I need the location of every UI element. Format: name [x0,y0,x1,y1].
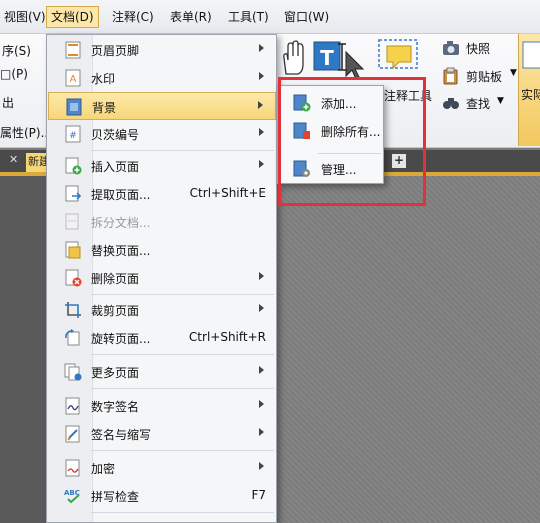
find-dropdown-icon[interactable]: ▼ [497,96,504,106]
submenu-arrow-icon [259,366,264,374]
annotation-tool-icon[interactable] [377,36,421,74]
hand-tool-icon[interactable] [278,40,308,76]
menu-item-header-footer[interactable]: 页眉页脚 [48,36,276,64]
insert-page-icon [65,157,82,175]
shortcut-label: Ctrl+Shift+E [189,186,266,200]
menu-item-encrypt[interactable]: 加密 [48,454,276,482]
shortcut-label: F7 [251,488,266,502]
menu-item-rotate-pages[interactable]: 旋转页面... Ctrl+Shift+R [48,324,276,352]
menu-tools[interactable]: 工具(T) [224,6,273,28]
clipboard-button[interactable]: 剪贴板 [466,68,502,85]
clipboard-icon [443,67,458,85]
menu-item-sign-initials[interactable]: 签名与缩写 [48,420,276,448]
submenu-arrow-icon [259,428,264,436]
menu-form[interactable]: 表单(R) [166,6,216,28]
menu-item-insert-pages[interactable]: 插入页面 [48,152,276,180]
menu-item-digital-signature[interactable]: 数字签名 [48,392,276,420]
menu-item-spell-check[interactable]: ABC 拼写检查 F7 [48,482,276,510]
ribbon-properties-label[interactable]: 属性(P)... [0,124,52,141]
menu-item-more-pages[interactable]: 更多页面 [48,358,276,386]
split-document-icon [65,213,79,230]
menu-item-bates-numbering[interactable]: # 贝茨编号 [48,120,276,148]
menu-item-delete-pages[interactable]: 删除页面 [48,264,276,292]
header-footer-icon [65,41,81,59]
encrypt-icon [65,459,80,477]
shortcut-label: Ctrl+Shift+R [188,330,266,344]
menu-comment[interactable]: 注释(C) [108,6,158,28]
extract-page-icon [65,185,82,202]
close-tab-icon[interactable]: ✕ [9,153,18,166]
submenu-arrow-icon [258,101,263,109]
crop-page-icon [65,302,81,318]
menu-item-watermark[interactable]: A 水印 [48,64,276,92]
actual-size-label: 实际 [521,88,540,102]
ribbon-left-label-1[interactable]: 序(S) [2,42,31,59]
menu-window[interactable]: 窗口(W) [280,6,333,28]
submenu-arrow-icon [259,400,264,408]
delete-page-icon [65,269,82,287]
submenu-arrow-icon [259,128,264,136]
digital-signature-icon [65,397,80,415]
camera-icon [443,41,459,55]
menu-item-extract-pages[interactable]: 提取页面... Ctrl+Shift+E [48,180,276,208]
menu-item-split-document: 拆分文档... [48,208,276,236]
menu-item-crop-pages[interactable]: 裁剪页面 [48,296,276,324]
submenu-arrow-icon [259,304,264,312]
watermark-icon: A [65,69,81,87]
menu-item-background[interactable]: 背景 [48,92,276,120]
document-tab[interactable]: 新建 [26,153,46,172]
menu-view[interactable]: 视图(V) [0,6,50,28]
more-pages-icon [64,363,82,381]
submenu-arrow-icon [259,72,264,80]
rotate-page-icon [65,329,80,346]
submenu-arrow-icon [259,160,264,168]
replace-page-icon [65,241,81,259]
highlight-annotation-box [278,77,426,206]
ribbon-left-label-2[interactable]: □(P) [0,67,28,81]
svg-text:T: T [320,46,334,70]
menubar: 视图(V) 文档(D) 注释(C) 表单(R) 工具(T) 窗口(W) [0,0,540,34]
actual-size-button[interactable]: 实际 [518,34,540,146]
submenu-arrow-icon [259,44,264,52]
sign-initials-icon [65,425,80,443]
page-icon [522,41,540,69]
navigation-pane [0,176,46,523]
menu-document[interactable]: 文档(D) [46,6,99,28]
spell-check-icon: ABC [64,489,80,504]
clipboard-dropdown-icon[interactable]: ▼ [510,68,517,78]
select-text-tool-icon[interactable]: T [312,38,368,80]
bates-numbering-icon: # [65,125,81,143]
menu-item-replace-pages[interactable]: 替换页面... [48,236,276,264]
find-button[interactable]: 查找 [466,95,490,112]
svg-text:A: A [70,74,77,85]
binoculars-icon [443,98,459,109]
svg-text:#: # [69,131,77,141]
background-icon [66,98,82,116]
snapshot-button[interactable]: 快照 [466,40,490,57]
ribbon-left-label-3[interactable]: 出 [2,94,14,111]
submenu-arrow-icon [259,462,264,470]
submenu-arrow-icon [259,272,264,280]
document-menu: 页眉页脚 A 水印 背景 # 贝茨编号 插入页面 提取页面... Ctrl+Sh… [46,34,277,523]
